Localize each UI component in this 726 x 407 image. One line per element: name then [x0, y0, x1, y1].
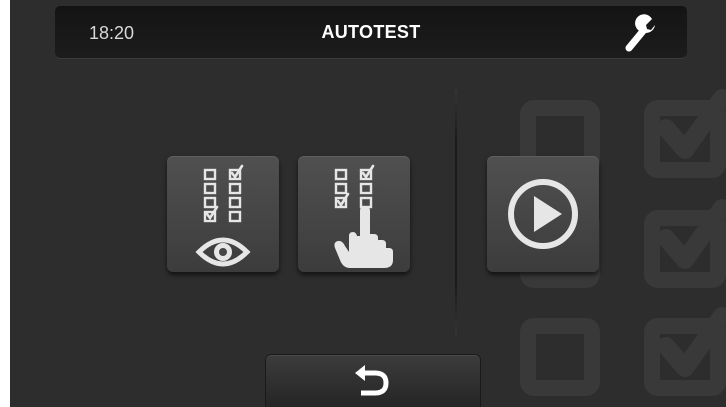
checklist-hand-icon [334, 164, 393, 268]
play-icon [508, 179, 578, 249]
page-title: AUTOTEST [321, 22, 421, 42]
header-bar: 18:20 AUTOTEST [55, 6, 687, 58]
return-arrow-icon [355, 365, 389, 396]
start-test-button[interactable] [487, 156, 599, 272]
wrench-icon[interactable] [623, 14, 657, 52]
vertical-divider [455, 90, 457, 335]
autotest-screen: 18:20 AUTOTEST [10, 0, 726, 407]
back-button[interactable] [265, 354, 481, 407]
select-tests-button[interactable] [298, 156, 410, 272]
view-tests-button[interactable] [167, 156, 279, 272]
checklist-eye-icon [195, 164, 251, 267]
